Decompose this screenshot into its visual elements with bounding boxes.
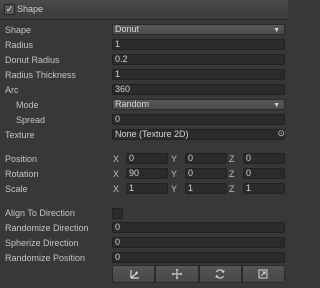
scale-z-field[interactable]: 1 bbox=[243, 183, 285, 194]
spherize-direction-field[interactable]: 0 bbox=[112, 237, 285, 248]
shape-enabled-checkbox[interactable]: ✓ bbox=[4, 4, 15, 15]
texture-field[interactable]: None (Texture 2D) bbox=[112, 129, 285, 140]
randomize-position-field[interactable]: 0 bbox=[112, 252, 285, 263]
scale-icon bbox=[258, 269, 268, 279]
texture-row: Texture None (Texture 2D) ⊙ bbox=[0, 128, 288, 142]
donut-radius-label: Donut Radius bbox=[5, 55, 60, 65]
rotation-y-label: Y bbox=[171, 169, 178, 179]
radius-thickness-field[interactable]: 1 bbox=[112, 69, 285, 80]
rotation-z-label: Z bbox=[229, 169, 235, 179]
shape-label: Shape bbox=[5, 25, 32, 35]
move-button[interactable] bbox=[155, 265, 199, 283]
chevron-down-icon: ▼ bbox=[273, 102, 280, 109]
scale-x-label: X bbox=[113, 184, 120, 194]
mode-dropdown[interactable]: Random ▼ bbox=[112, 99, 285, 110]
align-direction-row: Align To Direction bbox=[0, 206, 288, 220]
radius-thickness-label: Radius Thickness bbox=[5, 70, 76, 80]
spread-label: Spread bbox=[16, 115, 46, 125]
texture-label: Texture bbox=[5, 130, 35, 140]
mode-row: Mode Random ▼ bbox=[0, 98, 288, 112]
position-z-label: Z bbox=[229, 154, 235, 164]
rotate-button[interactable] bbox=[198, 265, 242, 283]
arc-label: Arc bbox=[5, 85, 19, 95]
mode-label: Mode bbox=[16, 100, 39, 110]
position-row: Position X 0 Y 0 Z 0 bbox=[0, 152, 288, 166]
shape-dropdown-value: Donut bbox=[115, 24, 140, 34]
texture-value: None (Texture 2D) bbox=[115, 129, 189, 139]
radius-label: Radius bbox=[5, 40, 34, 50]
position-x-field[interactable]: 0 bbox=[126, 153, 168, 164]
object-picker-icon[interactable]: ⊙ bbox=[277, 129, 285, 138]
rotation-row: Rotation X 90 Y 0 Z 0 bbox=[0, 167, 288, 181]
rotation-label: Rotation bbox=[5, 169, 39, 179]
mode-dropdown-value: Random bbox=[115, 99, 150, 109]
radius-thickness-row: Radius Thickness 1 bbox=[0, 68, 288, 82]
scale-y-label: Y bbox=[171, 184, 178, 194]
position-x-label: X bbox=[113, 154, 120, 164]
randomize-direction-row: Randomize Direction 0 bbox=[0, 221, 288, 235]
transform-gizmo-button[interactable] bbox=[112, 265, 156, 283]
arc-field[interactable]: 360 bbox=[112, 84, 285, 95]
position-label: Position bbox=[5, 154, 38, 164]
move-icon bbox=[171, 268, 183, 280]
shape-gizmo-toolbar bbox=[112, 265, 285, 283]
shape-module-header[interactable]: ✓ Shape bbox=[0, 0, 288, 20]
spherize-direction-label: Spherize Direction bbox=[5, 238, 79, 248]
position-z-field[interactable]: 0 bbox=[243, 153, 285, 164]
rotation-z-field[interactable]: 0 bbox=[243, 168, 285, 179]
randomize-position-row: Randomize Position 0 bbox=[0, 251, 288, 265]
donut-radius-field[interactable]: 0.2 bbox=[112, 54, 285, 65]
align-direction-label: Align To Direction bbox=[5, 208, 75, 218]
shape-dropdown[interactable]: Donut ▼ bbox=[112, 24, 285, 35]
radius-field[interactable]: 1 bbox=[112, 39, 285, 50]
spread-field[interactable]: 0 bbox=[112, 114, 285, 125]
scale-x-field[interactable]: 1 bbox=[126, 183, 168, 194]
scale-label: Scale bbox=[5, 184, 28, 194]
donut-radius-row: Donut Radius 0.2 bbox=[0, 53, 288, 67]
spherize-direction-row: Spherize Direction 0 bbox=[0, 236, 288, 250]
radius-row: Radius 1 bbox=[0, 38, 288, 52]
rotate-icon bbox=[215, 269, 225, 279]
scale-row: Scale X 1 Y 1 Z 1 bbox=[0, 182, 288, 196]
rotation-x-field[interactable]: 90 bbox=[126, 168, 168, 179]
align-direction-checkbox[interactable] bbox=[112, 208, 123, 219]
randomize-direction-label: Randomize Direction bbox=[5, 223, 89, 233]
module-title: Shape bbox=[17, 4, 44, 14]
randomize-position-label: Randomize Position bbox=[5, 253, 86, 263]
randomize-direction-field[interactable]: 0 bbox=[112, 222, 285, 233]
arc-row: Arc 360 bbox=[0, 83, 288, 97]
scale-button[interactable] bbox=[241, 265, 285, 283]
chevron-down-icon: ▼ bbox=[273, 27, 280, 34]
scale-y-field[interactable]: 1 bbox=[185, 183, 227, 194]
rotation-x-label: X bbox=[113, 169, 120, 179]
shape-row: Shape Donut ▼ bbox=[0, 23, 288, 37]
position-y-field[interactable]: 0 bbox=[185, 153, 227, 164]
spread-row: Spread 0 bbox=[0, 113, 288, 127]
transform-gizmo-icon bbox=[130, 270, 139, 279]
rotation-y-field[interactable]: 0 bbox=[185, 168, 227, 179]
scale-z-label: Z bbox=[229, 184, 235, 194]
position-y-label: Y bbox=[171, 154, 178, 164]
